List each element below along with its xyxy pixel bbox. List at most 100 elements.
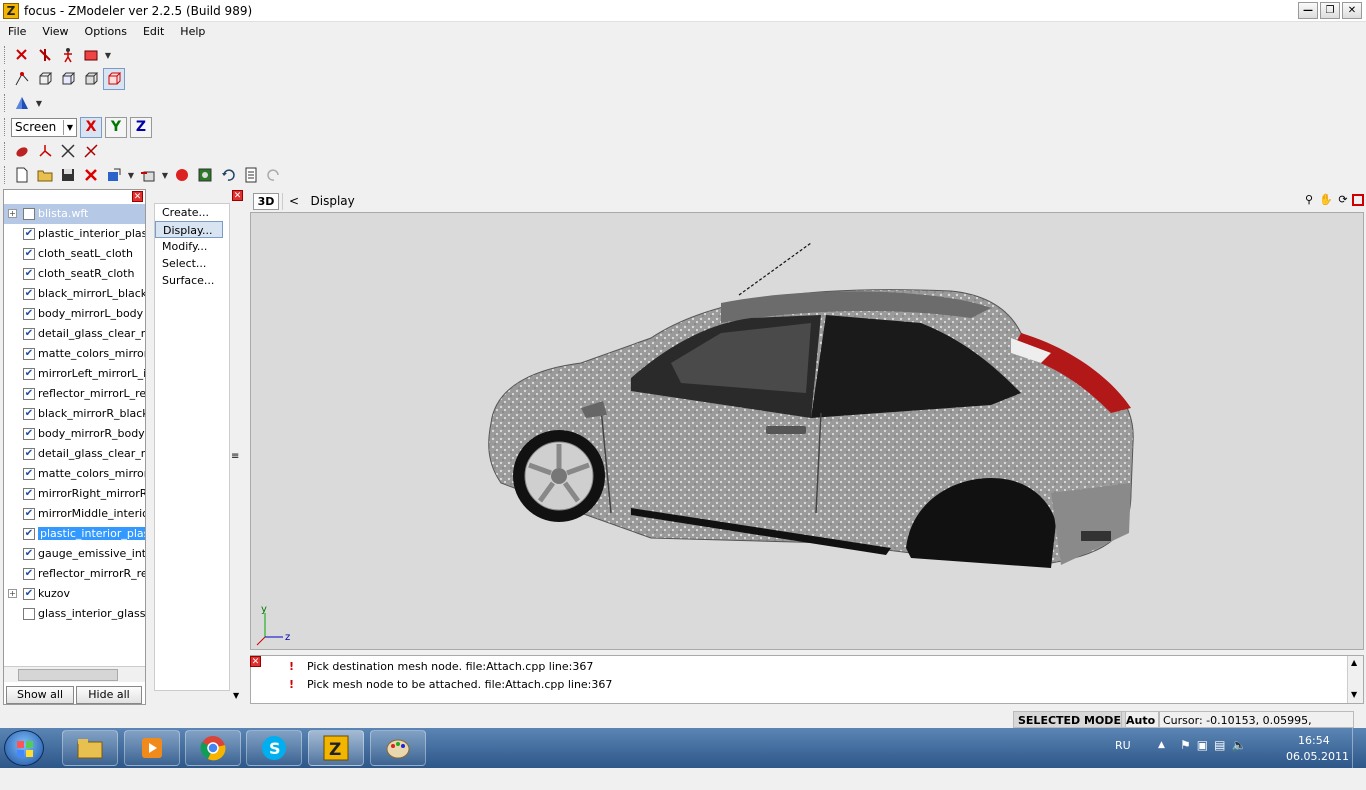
scroll-thumb[interactable] [18, 669, 118, 681]
zoom-icon[interactable]: ⚲ [1301, 192, 1317, 208]
rotate-axes-icon[interactable] [57, 140, 79, 162]
taskbar-media-player[interactable] [124, 730, 180, 766]
chevron-down-icon[interactable]: ▼ [126, 164, 136, 186]
visibility-checkbox[interactable]: ✔ [23, 488, 35, 500]
visibility-checkbox[interactable]: ✔ [23, 448, 35, 460]
new-file-icon[interactable] [11, 164, 33, 186]
tree-item[interactable]: ✔ mirrorLeft_mirrorL_i [4, 364, 145, 384]
tree-item[interactable]: ✔ matte_colors_mirror [4, 464, 145, 484]
toolbar-grip[interactable] [4, 142, 7, 160]
back-button[interactable]: < [289, 194, 299, 208]
tree-horizontal-scrollbar[interactable] [4, 666, 145, 682]
notes-icon[interactable] [240, 164, 262, 186]
usb-icon[interactable]: ▣ [1197, 738, 1208, 778]
tree-item[interactable]: ✔ reflector_mirrorL_re [4, 384, 145, 404]
visibility-checkbox[interactable]: ✔ [23, 288, 35, 300]
scroll-down-icon[interactable]: ▼ [1351, 690, 1357, 699]
tree-item[interactable]: + ✔ kuzov [4, 584, 145, 604]
menu-view[interactable]: View [34, 22, 76, 42]
menu-file[interactable]: File [0, 22, 34, 42]
scale-axes-icon[interactable] [80, 140, 102, 162]
select-group-icon[interactable] [80, 44, 102, 66]
coord-space-select[interactable]: Screen ▼ [11, 117, 77, 137]
taskbar-zmodeler[interactable]: Z [308, 730, 364, 766]
visibility-checkbox[interactable]: ✔ [23, 588, 35, 600]
visibility-checkbox[interactable] [23, 208, 35, 220]
tree-item[interactable]: ✔ plastic_interior_plas [4, 524, 145, 544]
axis-x-button[interactable]: X [80, 116, 102, 138]
tree-item[interactable]: ✔ body_mirrorL_body [4, 304, 145, 324]
open-folder-icon[interactable] [34, 164, 56, 186]
select-figure-icon[interactable] [57, 44, 79, 66]
command-item[interactable]: Surface... [155, 272, 229, 289]
tree-item[interactable]: glass_interior_glass [4, 604, 145, 624]
object-cube-icon[interactable] [80, 68, 102, 90]
visibility-checkbox[interactable]: ✔ [23, 308, 35, 320]
visibility-checkbox[interactable]: ✔ [23, 368, 35, 380]
visibility-checkbox[interactable] [23, 608, 35, 620]
close-icon[interactable]: ✕ [132, 191, 143, 202]
tray-expand-icon[interactable]: ▲ [1158, 740, 1165, 780]
chevron-down-icon[interactable]: ▼ [103, 44, 113, 66]
delete-icon[interactable] [80, 164, 102, 186]
tree-item[interactable]: ✔ body_mirrorR_body [4, 424, 145, 444]
tree-item[interactable]: ✔ plastic_interior_plas [4, 224, 145, 244]
tree-item[interactable]: ✔ gauge_emissive_inte [4, 544, 145, 564]
vertex-level-icon[interactable] [11, 68, 33, 90]
import-icon[interactable] [103, 164, 125, 186]
scene-tree[interactable]: + blista.wft ✔ plastic_interior_plas ✔ cloth_… [4, 204, 145, 664]
tree-item[interactable]: + blista.wft [4, 204, 145, 224]
visibility-checkbox[interactable]: ✔ [23, 388, 35, 400]
start-button[interactable] [4, 730, 44, 766]
tree-item[interactable]: ✔ black_mirrorL_black [4, 284, 145, 304]
move-axes-icon[interactable] [34, 140, 56, 162]
expand-icon[interactable]: + [8, 209, 17, 218]
tray-date[interactable]: 06.05.2011 [1286, 750, 1349, 790]
menu-edit[interactable]: Edit [135, 22, 172, 42]
expand-icon[interactable]: + [8, 589, 17, 598]
visibility-checkbox[interactable]: ✔ [23, 328, 35, 340]
toolbar-grip[interactable] [4, 166, 7, 184]
maximize-viewport-icon[interactable] [1352, 194, 1364, 206]
flag-icon[interactable]: ⚑ [1180, 738, 1191, 778]
tree-item[interactable]: ✔ cloth_seatL_cloth [4, 244, 145, 264]
axis-y-button[interactable]: Y [105, 116, 127, 138]
select-node-icon[interactable] [34, 44, 56, 66]
tray-language[interactable]: RU [1115, 739, 1131, 779]
view-mode-button[interactable]: 3D [253, 193, 279, 210]
show-all-button[interactable]: Show all [6, 686, 74, 704]
car-model-render[interactable]: y z [251, 213, 1364, 650]
minimize-button[interactable]: — [1298, 2, 1318, 19]
volume-icon[interactable]: 🔈 [1231, 738, 1246, 778]
command-item[interactable]: Create... [155, 204, 229, 221]
scroll-up-icon[interactable]: ▲ [1351, 658, 1357, 667]
visibility-checkbox[interactable]: ✔ [23, 228, 35, 240]
tree-item[interactable]: ✔ mirrorMiddle_interio [4, 504, 145, 524]
material-editor-icon[interactable] [194, 164, 216, 186]
mesh-cube-icon[interactable] [103, 68, 125, 90]
close-button[interactable]: ✕ [1342, 2, 1362, 19]
export-icon[interactable] [137, 164, 159, 186]
chevron-down-icon[interactable]: ▼ [160, 164, 170, 186]
visibility-checkbox[interactable]: ✔ [23, 268, 35, 280]
visibility-checkbox[interactable]: ✔ [23, 528, 35, 540]
toolbar-grip[interactable] [4, 70, 7, 88]
close-icon[interactable]: ✕ [232, 190, 243, 201]
tree-item[interactable]: ✔ mirrorRight_mirrorR [4, 484, 145, 504]
visibility-checkbox[interactable]: ✔ [23, 568, 35, 580]
visibility-checkbox[interactable]: ✔ [23, 248, 35, 260]
taskbar-paint[interactable] [370, 730, 426, 766]
visibility-checkbox[interactable]: ✔ [23, 468, 35, 480]
taskbar-skype[interactable]: S [246, 730, 302, 766]
tree-item[interactable]: ✔ cloth_seatR_cloth [4, 264, 145, 284]
show-desktop-button[interactable] [1352, 728, 1366, 768]
toolbar-grip[interactable] [4, 46, 7, 64]
tree-item[interactable]: ✔ detail_glass_clear_m [4, 444, 145, 464]
visibility-checkbox[interactable]: ✔ [23, 428, 35, 440]
app-logo[interactable]: Z [3, 3, 19, 19]
hide-all-button[interactable]: Hide all [76, 686, 142, 704]
edge-cube-icon[interactable] [34, 68, 56, 90]
paint-icon[interactable] [11, 140, 33, 162]
face-cube-icon[interactable] [57, 68, 79, 90]
command-item[interactable]: Modify... [155, 238, 229, 255]
